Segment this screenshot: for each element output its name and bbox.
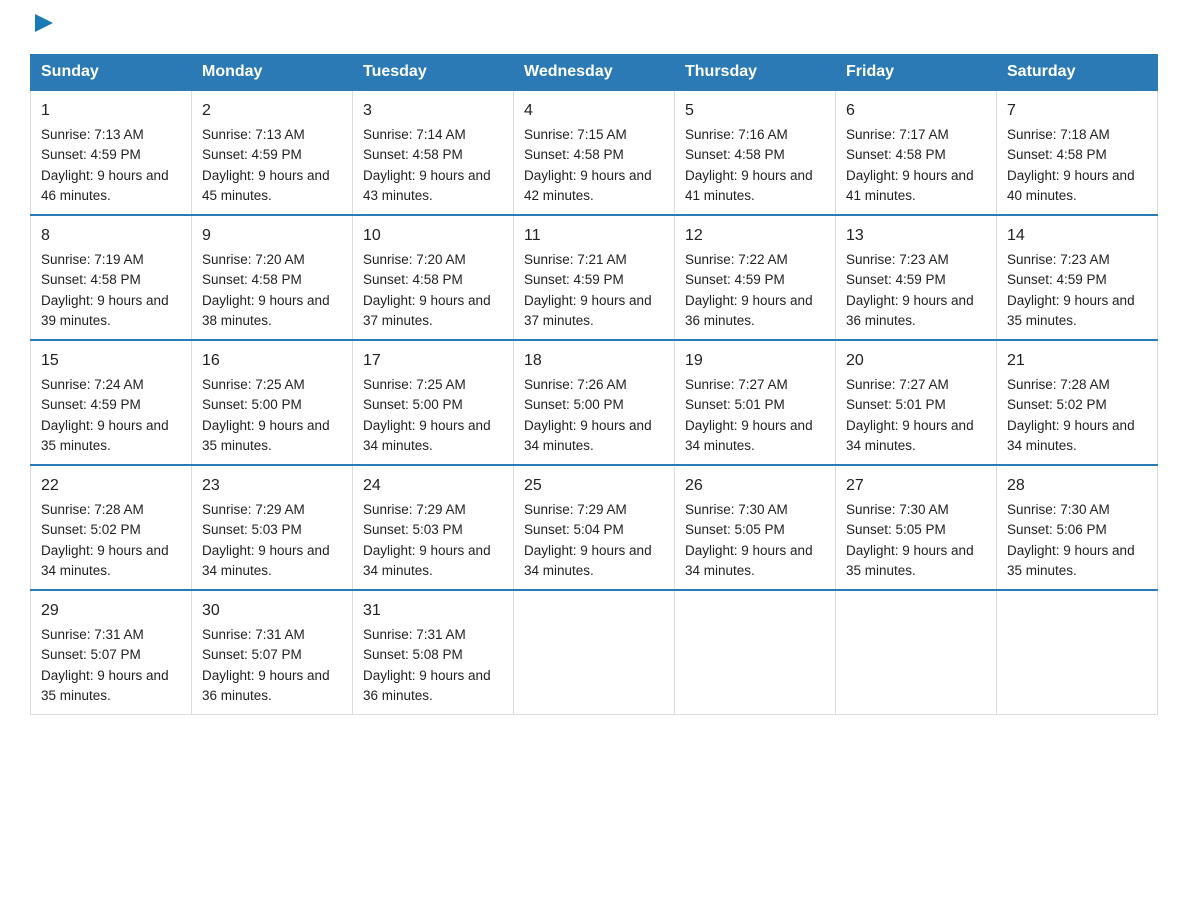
calendar-cell: 9Sunrise: 7:20 AMSunset: 4:58 PMDaylight…	[192, 215, 353, 340]
day-number: 13	[846, 224, 986, 248]
day-number: 3	[363, 99, 503, 123]
header-monday: Monday	[192, 55, 353, 91]
calendar-cell: 14Sunrise: 7:23 AMSunset: 4:59 PMDayligh…	[997, 215, 1158, 340]
day-number: 14	[1007, 224, 1147, 248]
calendar-cell: 15Sunrise: 7:24 AMSunset: 4:59 PMDayligh…	[31, 340, 192, 465]
day-number: 25	[524, 474, 664, 498]
day-number: 31	[363, 599, 503, 623]
week-row-5: 29Sunrise: 7:31 AMSunset: 5:07 PMDayligh…	[31, 590, 1158, 715]
day-number: 2	[202, 99, 342, 123]
day-number: 9	[202, 224, 342, 248]
logo	[30, 20, 55, 34]
calendar-cell: 12Sunrise: 7:22 AMSunset: 4:59 PMDayligh…	[675, 215, 836, 340]
day-number: 16	[202, 349, 342, 373]
day-number: 18	[524, 349, 664, 373]
calendar-cell: 25Sunrise: 7:29 AMSunset: 5:04 PMDayligh…	[514, 465, 675, 590]
day-number: 28	[1007, 474, 1147, 498]
calendar-table: SundayMondayTuesdayWednesdayThursdayFrid…	[30, 54, 1158, 715]
calendar-cell: 5Sunrise: 7:16 AMSunset: 4:58 PMDaylight…	[675, 90, 836, 215]
week-row-4: 22Sunrise: 7:28 AMSunset: 5:02 PMDayligh…	[31, 465, 1158, 590]
calendar-cell: 16Sunrise: 7:25 AMSunset: 5:00 PMDayligh…	[192, 340, 353, 465]
week-row-1: 1Sunrise: 7:13 AMSunset: 4:59 PMDaylight…	[31, 90, 1158, 215]
calendar-cell: 2Sunrise: 7:13 AMSunset: 4:59 PMDaylight…	[192, 90, 353, 215]
calendar-cell: 7Sunrise: 7:18 AMSunset: 4:58 PMDaylight…	[997, 90, 1158, 215]
header-sunday: Sunday	[31, 55, 192, 91]
calendar-cell: 8Sunrise: 7:19 AMSunset: 4:58 PMDaylight…	[31, 215, 192, 340]
day-number: 30	[202, 599, 342, 623]
calendar-cell: 21Sunrise: 7:28 AMSunset: 5:02 PMDayligh…	[997, 340, 1158, 465]
calendar-cell: 24Sunrise: 7:29 AMSunset: 5:03 PMDayligh…	[353, 465, 514, 590]
day-number: 8	[41, 224, 181, 248]
week-row-2: 8Sunrise: 7:19 AMSunset: 4:58 PMDaylight…	[31, 215, 1158, 340]
weekday-header-row: SundayMondayTuesdayWednesdayThursdayFrid…	[31, 55, 1158, 91]
calendar-cell: 17Sunrise: 7:25 AMSunset: 5:00 PMDayligh…	[353, 340, 514, 465]
day-number: 19	[685, 349, 825, 373]
calendar-cell: 11Sunrise: 7:21 AMSunset: 4:59 PMDayligh…	[514, 215, 675, 340]
day-number: 10	[363, 224, 503, 248]
day-number: 24	[363, 474, 503, 498]
calendar-cell: 29Sunrise: 7:31 AMSunset: 5:07 PMDayligh…	[31, 590, 192, 715]
day-number: 23	[202, 474, 342, 498]
calendar-cell: 23Sunrise: 7:29 AMSunset: 5:03 PMDayligh…	[192, 465, 353, 590]
day-number: 1	[41, 99, 181, 123]
calendar-cell: 18Sunrise: 7:26 AMSunset: 5:00 PMDayligh…	[514, 340, 675, 465]
calendar-cell: 20Sunrise: 7:27 AMSunset: 5:01 PMDayligh…	[836, 340, 997, 465]
calendar-cell: 10Sunrise: 7:20 AMSunset: 4:58 PMDayligh…	[353, 215, 514, 340]
calendar-cell: 13Sunrise: 7:23 AMSunset: 4:59 PMDayligh…	[836, 215, 997, 340]
day-number: 7	[1007, 99, 1147, 123]
calendar-cell: 26Sunrise: 7:30 AMSunset: 5:05 PMDayligh…	[675, 465, 836, 590]
calendar-cell	[514, 590, 675, 715]
day-number: 12	[685, 224, 825, 248]
day-number: 5	[685, 99, 825, 123]
calendar-cell	[997, 590, 1158, 715]
day-number: 21	[1007, 349, 1147, 373]
day-number: 22	[41, 474, 181, 498]
day-number: 26	[685, 474, 825, 498]
header-friday: Friday	[836, 55, 997, 91]
calendar-cell: 28Sunrise: 7:30 AMSunset: 5:06 PMDayligh…	[997, 465, 1158, 590]
header-wednesday: Wednesday	[514, 55, 675, 91]
day-number: 17	[363, 349, 503, 373]
day-number: 6	[846, 99, 986, 123]
logo-triangle-icon	[33, 12, 55, 34]
header-thursday: Thursday	[675, 55, 836, 91]
calendar-cell: 27Sunrise: 7:30 AMSunset: 5:05 PMDayligh…	[836, 465, 997, 590]
header-saturday: Saturday	[997, 55, 1158, 91]
calendar-cell	[836, 590, 997, 715]
calendar-cell: 4Sunrise: 7:15 AMSunset: 4:58 PMDaylight…	[514, 90, 675, 215]
calendar-cell: 19Sunrise: 7:27 AMSunset: 5:01 PMDayligh…	[675, 340, 836, 465]
day-number: 4	[524, 99, 664, 123]
day-number: 20	[846, 349, 986, 373]
calendar-cell: 3Sunrise: 7:14 AMSunset: 4:58 PMDaylight…	[353, 90, 514, 215]
calendar-cell: 30Sunrise: 7:31 AMSunset: 5:07 PMDayligh…	[192, 590, 353, 715]
day-number: 27	[846, 474, 986, 498]
header-tuesday: Tuesday	[353, 55, 514, 91]
calendar-cell: 1Sunrise: 7:13 AMSunset: 4:59 PMDaylight…	[31, 90, 192, 215]
calendar-cell: 6Sunrise: 7:17 AMSunset: 4:58 PMDaylight…	[836, 90, 997, 215]
calendar-cell: 22Sunrise: 7:28 AMSunset: 5:02 PMDayligh…	[31, 465, 192, 590]
day-number: 11	[524, 224, 664, 248]
week-row-3: 15Sunrise: 7:24 AMSunset: 4:59 PMDayligh…	[31, 340, 1158, 465]
calendar-cell: 31Sunrise: 7:31 AMSunset: 5:08 PMDayligh…	[353, 590, 514, 715]
page-header	[30, 20, 1158, 34]
day-number: 29	[41, 599, 181, 623]
day-number: 15	[41, 349, 181, 373]
calendar-cell	[675, 590, 836, 715]
